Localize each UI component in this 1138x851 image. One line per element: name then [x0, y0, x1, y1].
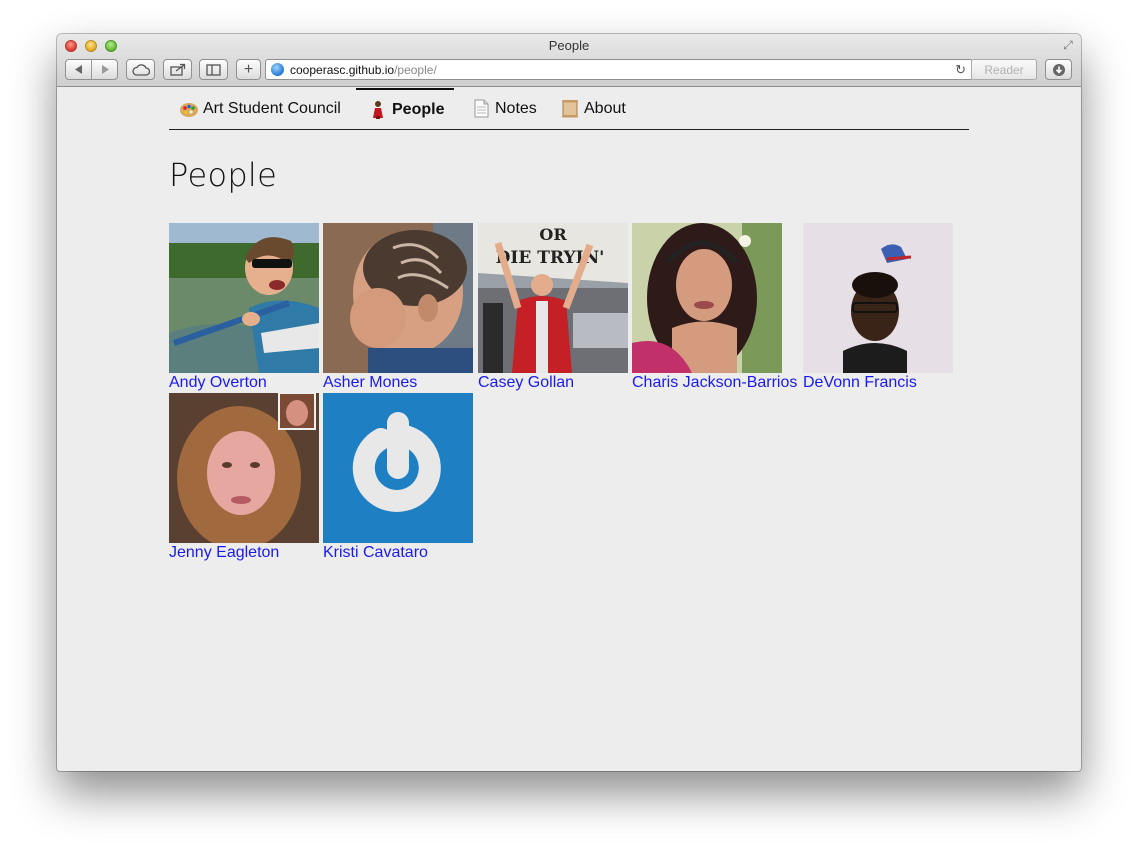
- globe-icon: [271, 63, 284, 76]
- person-name-link[interactable]: DeVonn Francis: [803, 373, 953, 392]
- person-photo[interactable]: [323, 223, 473, 373]
- person-name-link[interactable]: Charis Jackson-Barrios: [632, 373, 797, 392]
- nav-item-notes[interactable]: Notes: [471, 88, 537, 129]
- plus-icon: +: [243, 60, 254, 78]
- person-name-link[interactable]: Kristi Cavataro: [323, 543, 473, 562]
- person-photo[interactable]: [632, 223, 782, 373]
- person-card: DeVonn Francis: [803, 223, 953, 392]
- browser-toolbar: People ⤢ + cooperasc.github.io /people/ …: [57, 34, 1081, 87]
- palette-icon: [179, 99, 199, 119]
- back-arrow-icon: [74, 65, 82, 74]
- gravatar-logo-icon: [323, 393, 473, 543]
- browser-window: People ⤢ + cooperasc.github.io /people/ …: [57, 34, 1081, 771]
- person-card: OR DIE TRYIN' Casey Gollan: [478, 223, 628, 392]
- sidebar-button[interactable]: [199, 59, 228, 80]
- nav-item-about[interactable]: About: [560, 88, 626, 129]
- person-name-link[interactable]: Casey Gollan: [478, 373, 628, 392]
- document-icon: [471, 99, 491, 119]
- fullscreen-icon[interactable]: ⤢: [1061, 38, 1075, 52]
- nav-item-art-student-council[interactable]: Art Student Council: [179, 88, 341, 129]
- back-button[interactable]: [66, 60, 92, 79]
- person-name-link[interactable]: Jenny Eagleton: [169, 543, 319, 562]
- person-icon: [368, 100, 388, 120]
- window-title: People: [548, 38, 590, 53]
- url-host: cooperasc.github.io: [290, 62, 395, 77]
- url-path: /people/: [394, 62, 437, 77]
- person-card: Kristi Cavataro: [323, 393, 473, 562]
- nav-item-label: Notes: [495, 99, 537, 117]
- share-icon: [169, 63, 185, 76]
- downloads-button[interactable]: [1045, 59, 1072, 80]
- person-photo[interactable]: OR DIE TRYIN': [478, 223, 628, 373]
- download-icon: [1052, 63, 1065, 76]
- person-name-link[interactable]: Andy Overton: [169, 373, 319, 392]
- nav-item-label: About: [584, 99, 626, 117]
- new-tab-button[interactable]: +: [236, 59, 261, 80]
- person-name-link[interactable]: Asher Mones: [323, 373, 473, 392]
- site-nav: Art Student Council People Notes About: [169, 88, 969, 130]
- sign-text-line1: OR: [539, 225, 567, 244]
- person-photo[interactable]: [803, 223, 953, 373]
- nav-item-people[interactable]: People: [356, 88, 455, 129]
- person-photo[interactable]: [323, 393, 473, 543]
- forward-arrow-icon: [101, 65, 109, 74]
- reload-icon[interactable]: ↻: [955, 62, 966, 78]
- nav-item-label: Art Student Council: [203, 99, 341, 117]
- address-bar[interactable]: cooperasc.github.io /people/ ↻: [265, 59, 973, 80]
- person-photo[interactable]: [169, 393, 319, 543]
- person-card: Asher Mones: [323, 223, 473, 392]
- sidebar-icon: [206, 63, 221, 76]
- forward-button[interactable]: [92, 60, 117, 79]
- person-photo[interactable]: [169, 223, 319, 373]
- person-card: Charis Jackson-Barrios: [632, 223, 797, 392]
- page-content: Art Student Council People Notes About P…: [57, 88, 1081, 771]
- person-card: Andy Overton: [169, 223, 319, 392]
- back-forward-buttons: [65, 59, 118, 80]
- cloud-icon: [131, 63, 150, 76]
- nav-item-label: People: [392, 100, 445, 118]
- reader-button[interactable]: Reader: [971, 59, 1037, 80]
- person-card: Jenny Eagleton: [169, 393, 319, 562]
- scroll-icon: [560, 99, 580, 119]
- share-button[interactable]: [163, 59, 192, 80]
- icloud-tabs-button[interactable]: [126, 59, 155, 80]
- page-title: People: [169, 156, 278, 194]
